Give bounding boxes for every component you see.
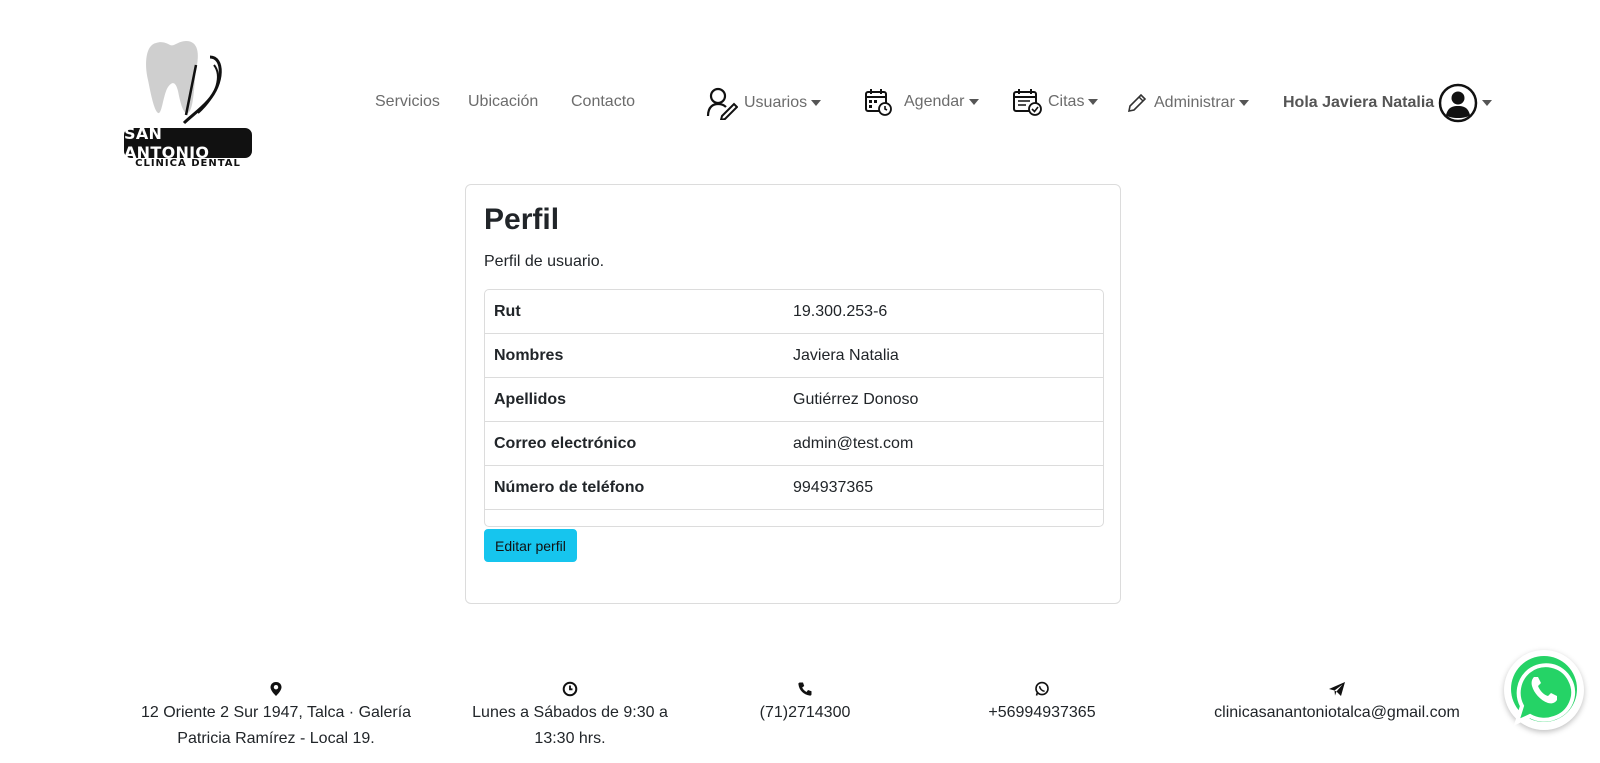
nav-citas-label: Citas bbox=[1048, 93, 1085, 110]
calendar-clock-icon bbox=[865, 89, 892, 116]
row-label: Número de teléfono bbox=[494, 478, 645, 496]
nav-usuarios-label: Usuarios bbox=[744, 94, 808, 111]
row-label: Apellidos bbox=[494, 390, 567, 408]
whatsapp-small-icon bbox=[1035, 681, 1049, 696]
nav-administrar-dropdown[interactable]: Administrar bbox=[1126, 92, 1249, 114]
address-line-1: 12 Oriente 2 Sur 1947, Talca · Galería bbox=[140, 704, 412, 721]
chevron-down-icon bbox=[1482, 100, 1493, 106]
email-address[interactable]: clinicasanantoniotalca@gmail.com bbox=[1200, 700, 1474, 726]
page-subtitle: Perfil de usuario. bbox=[484, 253, 605, 270]
table-row: Correo electrónico admin@test.com bbox=[485, 422, 1103, 466]
footer-address: 12 Oriente 2 Sur 1947, Talca · Galería P… bbox=[126, 680, 426, 752]
nav-agendar-dropdown[interactable]: Agendar bbox=[864, 88, 979, 116]
chevron-down-icon bbox=[811, 100, 822, 106]
nav-administrar-label: Administrar bbox=[1154, 94, 1235, 111]
row-label: Nombres bbox=[494, 346, 564, 364]
map-pin-icon bbox=[270, 682, 282, 696]
profile-card: Perfil Perfil de usuario. Rut 19.300.253… bbox=[465, 184, 1121, 604]
row-value: 19.300.253-6 bbox=[793, 302, 888, 320]
footer-email: clinicasanantoniotalca@gmail.com bbox=[1200, 680, 1474, 726]
nav-agendar-label: Agendar bbox=[904, 93, 965, 110]
whatsapp-float-button[interactable] bbox=[1504, 650, 1584, 730]
profile-table: Rut 19.300.253-6 Nombres Javiera Natalia… bbox=[484, 289, 1104, 527]
phone-icon bbox=[798, 682, 812, 696]
address-line-2: Patricia Ramírez - Local 19. bbox=[177, 730, 375, 747]
footer-whatsapp: +56994937365 bbox=[972, 680, 1112, 726]
phone-number[interactable]: (71)2714300 bbox=[735, 700, 875, 726]
account-circle-icon bbox=[1438, 83, 1478, 123]
table-row: Nombres Javiera Natalia bbox=[485, 334, 1103, 378]
pencil-icon bbox=[1127, 93, 1147, 113]
whatsapp-number[interactable]: +56994937365 bbox=[972, 700, 1112, 726]
nav-ubicacion[interactable]: Ubicación bbox=[468, 93, 538, 111]
chevron-down-icon bbox=[1088, 99, 1099, 105]
whatsapp-icon bbox=[1511, 656, 1577, 726]
row-value: Javiera Natalia bbox=[793, 346, 899, 364]
chevron-down-icon bbox=[1238, 100, 1249, 106]
nav-contacto[interactable]: Contacto bbox=[571, 93, 635, 111]
calendar-check-icon bbox=[1013, 89, 1042, 116]
clock-icon bbox=[562, 681, 578, 697]
row-value: admin@test.com bbox=[793, 434, 914, 452]
table-row: Apellidos Gutiérrez Donoso bbox=[485, 378, 1103, 422]
hours-line-1: Lunes a Sábados de 9:30 a bbox=[472, 704, 668, 721]
user-edit-icon bbox=[706, 87, 738, 120]
chevron-down-icon bbox=[968, 99, 979, 105]
user-greeting: Hola Javiera Natalia bbox=[1283, 94, 1435, 111]
table-row: Rut 19.300.253-6 bbox=[485, 290, 1103, 334]
user-menu-dropdown[interactable]: Hola Javiera Natalia bbox=[1283, 83, 1493, 123]
row-label: Rut bbox=[494, 302, 521, 320]
footer-phone: (71)2714300 bbox=[735, 680, 875, 726]
table-row: Número de teléfono 994937365 bbox=[485, 466, 1103, 510]
top-navbar: Servicios Ubicación Contacto Usuarios Ag… bbox=[0, 0, 1600, 170]
page-title: Perfil bbox=[484, 203, 560, 236]
edit-profile-button[interactable]: Editar perfil bbox=[484, 529, 577, 562]
footer-hours: Lunes a Sábados de 9:30 a 13:30 hrs. bbox=[460, 680, 680, 752]
nav-usuarios-dropdown[interactable]: Usuarios bbox=[706, 86, 822, 120]
paper-plane-icon bbox=[1329, 682, 1345, 696]
row-value: Gutiérrez Donoso bbox=[793, 390, 919, 408]
nav-citas-dropdown[interactable]: Citas bbox=[1012, 88, 1099, 116]
hours-line-2: 13:30 hrs. bbox=[534, 730, 606, 747]
nav-servicios[interactable]: Servicios bbox=[375, 93, 440, 111]
row-value: 994937365 bbox=[793, 478, 874, 496]
row-label: Correo electrónico bbox=[494, 434, 637, 452]
